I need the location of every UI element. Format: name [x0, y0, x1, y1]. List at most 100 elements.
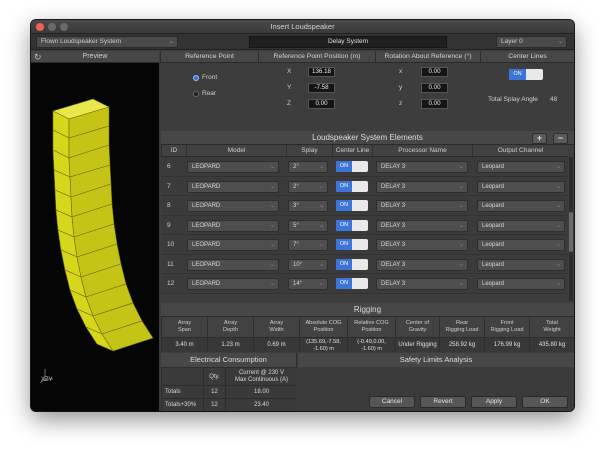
center-line-toggle[interactable]: ON [336, 219, 368, 231]
model-select[interactable]: LEOPARD ⌄ [187, 258, 279, 271]
processor-select[interactable]: DELAY 3 ⌄ [376, 219, 468, 232]
radio-rear-label: Rear [202, 90, 217, 97]
header-line: Absolute COG [305, 320, 342, 326]
totals-current: 18.00 [225, 385, 297, 398]
table-row[interactable]: 6 LEOPARD ⌄ 2° ⌄ ON DELAY 3 ⌄ Leopard ⌄ [161, 157, 568, 177]
preview-label: Preview [82, 53, 108, 60]
rigging-header-relative-cog: Relative COG Position [347, 317, 395, 337]
table-row[interactable]: 9 LEOPARD ⌄ 5° ⌄ ON DELAY 3 ⌄ Leopard ⌄ [161, 215, 568, 235]
splay-value: 2° [293, 183, 299, 190]
processor-select[interactable]: DELAY 3 ⌄ [376, 239, 468, 251]
revert-button[interactable]: Revert [420, 396, 466, 408]
minimize-window-button[interactable] [48, 23, 56, 31]
add-element-button[interactable]: + [532, 133, 547, 144]
scrollbar-thumb[interactable] [569, 212, 573, 252]
output-select[interactable]: Leopard ⌄ [477, 200, 565, 212]
rigging-header-rear-load: Rear Rigging Load [439, 317, 484, 337]
model-value: LEOPARD [192, 242, 221, 248]
model-value: LEOPARD [192, 183, 221, 190]
maximize-window-button[interactable] [60, 23, 68, 31]
model-select[interactable]: LEOPARD ⌄ [187, 278, 279, 290]
row-id: 10 [167, 241, 175, 248]
elements-scrollbar[interactable] [569, 157, 573, 301]
center-line-on: ON [336, 180, 352, 192]
remove-element-button[interactable]: − [553, 133, 568, 144]
chevron-down-icon: ⌄ [555, 203, 561, 209]
rigging-section-title: Rigging [161, 303, 574, 317]
relative-cog-value: (-0.49,0.00, -1.60) m [347, 337, 395, 352]
processor-value: DELAY 3 [381, 261, 406, 268]
output-value: Leopard [482, 261, 505, 268]
table-row[interactable]: 12 LEOPARD ⌄ 14° ⌄ ON DELAY 3 ⌄ Leopard ⌄ [161, 274, 568, 294]
header-line: Rear [455, 320, 469, 326]
header-line: Array [223, 320, 238, 326]
table-row[interactable]: 7 LEOPARD ⌄ 2° ⌄ ON DELAY 3 ⌄ Leopard ⌄ [161, 176, 568, 196]
splay-select[interactable]: 2° ⌄ [288, 180, 328, 193]
output-select[interactable]: Leopard ⌄ [477, 258, 565, 271]
row-id: 8 [167, 202, 171, 209]
chevron-down-icon: ⌄ [458, 281, 464, 287]
apply-button[interactable]: Apply [471, 396, 517, 408]
column-header-splay: Splay [286, 145, 332, 157]
output-select[interactable]: Leopard ⌄ [477, 161, 565, 173]
rotation-z-input[interactable]: 0.00 [421, 99, 448, 109]
position-z-input[interactable]: 0.00 [308, 99, 335, 109]
chevron-down-icon: ⌄ [555, 164, 561, 170]
processor-select[interactable]: DELAY 3 ⌄ [376, 161, 468, 173]
output-value: Leopard [482, 281, 505, 287]
output-select[interactable]: Leopard ⌄ [477, 239, 565, 251]
center-line-toggle[interactable]: ON [336, 200, 368, 211]
position-x-input[interactable]: 136.18 [308, 67, 335, 77]
splay-select[interactable]: 10° ⌄ [288, 258, 328, 271]
processor-select[interactable]: DELAY 3 ⌄ [376, 200, 468, 212]
system-name-field[interactable]: Delay System [249, 36, 447, 48]
model-select[interactable]: LEOPARD ⌄ [187, 219, 279, 232]
preview-viewport[interactable]: XZY [31, 63, 159, 411]
position-x-label: X [287, 68, 292, 75]
splay-select[interactable]: 14° ⌄ [288, 278, 328, 290]
model-select[interactable]: LEOPARD ⌄ [187, 180, 279, 193]
table-row[interactable]: 11 LEOPARD ⌄ 10° ⌄ ON DELAY 3 ⌄ Leopard ⌄ [161, 254, 568, 274]
rotation-y-input[interactable]: 0.00 [421, 83, 448, 93]
system-type-dropdown[interactable]: Flown Loudspeaker System ⌄ [36, 36, 178, 48]
splay-select[interactable]: 5° ⌄ [288, 219, 328, 232]
table-row[interactable]: 10 LEOPARD ⌄ 7° ⌄ ON DELAY 3 ⌄ Leopard ⌄ [161, 235, 568, 255]
current-header-line: Current @ 230 V [238, 369, 285, 376]
total-splay-value: 48 [550, 96, 558, 103]
refresh-icon[interactable]: ↻ [34, 51, 42, 63]
rotation-x-input[interactable]: 0.00 [421, 67, 448, 77]
output-select[interactable]: Leopard ⌄ [477, 219, 565, 232]
center-line-toggle[interactable]: ON [336, 278, 368, 289]
center-line-toggle[interactable]: ON [336, 180, 368, 192]
center-line-toggle[interactable]: ON [336, 239, 368, 250]
cancel-button[interactable]: Cancel [369, 396, 415, 408]
splay-value: 5° [293, 222, 299, 229]
model-select[interactable]: LEOPARD ⌄ [187, 200, 279, 212]
row-id: 12 [167, 280, 175, 287]
processor-select[interactable]: DELAY 3 ⌄ [376, 258, 468, 271]
processor-value: DELAY 3 [381, 242, 406, 248]
center-line-toggle[interactable]: ON [336, 258, 368, 270]
model-select[interactable]: LEOPARD ⌄ [187, 161, 279, 173]
center-line-toggle[interactable]: ON [336, 161, 368, 172]
layer-dropdown[interactable]: Layer 0 ⌄ [496, 36, 567, 48]
center-lines-toggle[interactable]: ON [509, 69, 543, 80]
output-select[interactable]: Leopard ⌄ [477, 180, 565, 193]
electrical-corner [161, 367, 203, 385]
splay-select[interactable]: 3° ⌄ [288, 200, 328, 212]
splay-select[interactable]: 7° ⌄ [288, 239, 328, 251]
header-line: Span [177, 327, 192, 333]
processor-select[interactable]: DELAY 3 ⌄ [376, 180, 468, 193]
model-select[interactable]: LEOPARD ⌄ [187, 239, 279, 251]
ok-button[interactable]: OK [522, 396, 568, 408]
processor-select[interactable]: DELAY 3 ⌄ [376, 278, 468, 290]
position-y-input[interactable]: -7.58 [308, 83, 335, 93]
close-window-button[interactable] [36, 23, 44, 31]
rigging-header-front-load: Front Rigging Load [484, 317, 529, 337]
splay-select[interactable]: 2° ⌄ [288, 161, 328, 173]
table-row[interactable]: 8 LEOPARD ⌄ 3° ⌄ ON DELAY 3 ⌄ Leopard ⌄ [161, 196, 568, 216]
chevron-down-icon: ⌄ [168, 39, 174, 45]
output-select[interactable]: Leopard ⌄ [477, 278, 565, 290]
row-id: 11 [167, 260, 174, 268]
header-line: Position [313, 327, 334, 333]
